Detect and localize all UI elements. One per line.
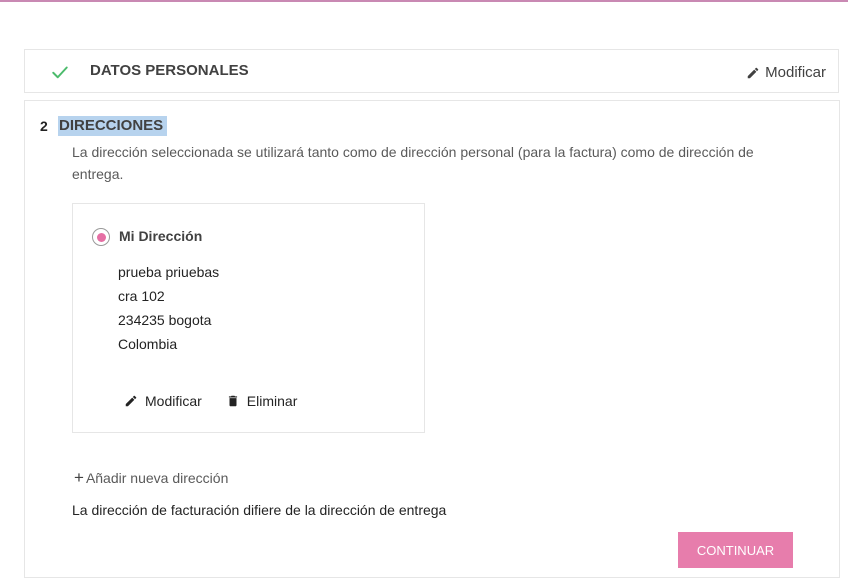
pencil-icon <box>125 395 137 407</box>
step-title-addresses: DIRECCIONES <box>58 116 168 136</box>
trash-icon <box>228 395 237 407</box>
address-actions: Modificar Eliminar <box>124 393 297 409</box>
edit-personal-data-link[interactable]: Modificar <box>746 64 826 81</box>
step-personal-data: DATOS PERSONALES Modificar <box>24 49 839 93</box>
pencil-icon <box>747 67 759 78</box>
check-icon <box>52 66 68 79</box>
address-line: prueba priuebas <box>118 264 220 280</box>
step-description: La dirección seleccionada se utilizará t… <box>72 144 754 182</box>
edit-address-button[interactable]: Modificar <box>124 393 202 409</box>
address-line: cra 102 <box>118 288 165 304</box>
edit-personal-label: Modificar <box>765 64 826 81</box>
delete-address-label: Eliminar <box>246 393 298 409</box>
step-title-personal: DATOS PERSONALES <box>90 62 249 79</box>
radio-selected-dot <box>96 232 106 242</box>
add-new-address-link[interactable]: + Añadir nueva dirección <box>74 468 229 487</box>
plus-icon: + <box>74 468 84 487</box>
address-alias: Mi Dirección <box>119 228 203 244</box>
add-address-label: Añadir nueva dirección <box>85 470 229 486</box>
address-radio[interactable] <box>92 228 110 246</box>
step-addresses: 2 DIRECCIONES La dirección seleccionada … <box>24 100 840 578</box>
address-card[interactable]: Mi Dirección prueba priuebas cra 102 234… <box>72 203 425 433</box>
address-lines: prueba priuebas cra 102 234235 bogota Co… <box>118 260 219 356</box>
delete-address-button[interactable]: Eliminar <box>226 393 298 409</box>
edit-address-label: Modificar <box>145 393 202 409</box>
step-number: 2 <box>40 118 48 134</box>
billing-differs-link[interactable]: La dirección de facturación difiere de l… <box>72 502 446 518</box>
address-line: 234235 bogota <box>118 312 212 328</box>
continue-button[interactable]: CONTINUAR <box>678 532 793 568</box>
address-line: Colombia <box>118 336 178 352</box>
top-divider <box>0 0 848 2</box>
